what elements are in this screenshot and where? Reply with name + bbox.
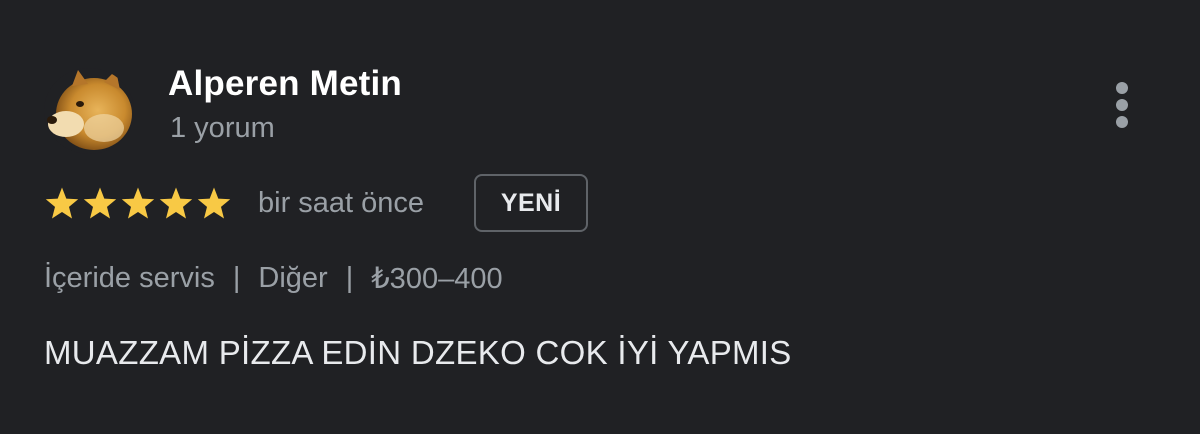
- detail-category: Diğer: [258, 262, 328, 294]
- star-icon: [44, 186, 80, 226]
- detail-price: ₺300–400: [371, 263, 503, 295]
- avatar-dog-image: [44, 68, 134, 154]
- star-icon: [82, 186, 118, 226]
- review-card: Alperen Metin 1 yorum bir saat önce YENİ…: [0, 0, 1200, 434]
- new-badge: YENİ: [474, 174, 588, 232]
- review-time: bir saat önce: [258, 187, 425, 219]
- detail-separator: |: [345, 262, 354, 294]
- star-icon: [158, 186, 194, 226]
- more-vert-icon: [1116, 82, 1128, 128]
- star-icon: [120, 186, 156, 226]
- review-details: İçeride servis | Diğer | ₺300–400: [44, 261, 503, 296]
- detail-service: İçeride servis: [44, 262, 215, 294]
- detail-separator: |: [232, 262, 241, 294]
- reviewer-review-count[interactable]: 1 yorum: [170, 112, 275, 145]
- more-options-button[interactable]: [1100, 78, 1144, 134]
- review-text: MUAZZAM PİZZA EDİN DZEKO COK İYİ YAPMIS: [44, 334, 792, 371]
- avatar[interactable]: [44, 68, 134, 154]
- star-rating: [44, 186, 232, 226]
- star-icon: [196, 186, 232, 226]
- reviewer-name[interactable]: Alperen Metin: [168, 64, 402, 104]
